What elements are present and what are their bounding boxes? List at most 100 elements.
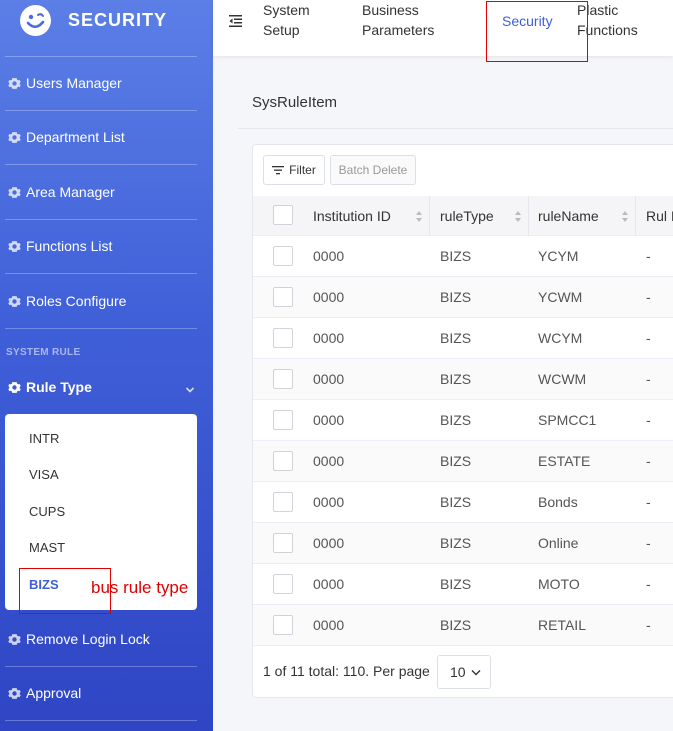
table-row[interactable]: 0000 BIZS SPMCC1 - (253, 400, 673, 441)
cell-rule-name: WCWM (538, 371, 587, 387)
filter-button[interactable]: Filter (263, 155, 325, 185)
cell-rule-type: BIZS (440, 412, 472, 428)
cell-rule-item: - (646, 289, 651, 305)
gear-icon (8, 186, 21, 199)
batch-delete-label: Batch Delete (338, 163, 408, 177)
cell-institution-id: 0000 (313, 535, 345, 551)
cell-institution-id: 0000 (313, 289, 345, 305)
row-checkbox[interactable] (273, 615, 293, 635)
sidebar-item-rule-type[interactable]: Rule Type (0, 360, 213, 414)
cell-rule-item: - (646, 330, 651, 346)
sidebar-item-label: Users Manager (26, 75, 122, 91)
sidebar-item-users-manager[interactable]: Users Manager (0, 56, 213, 110)
cell-institution-id: 0000 (313, 453, 345, 469)
sidebar-item-department-list[interactable]: Department List (0, 110, 213, 164)
row-checkbox[interactable] (273, 410, 293, 430)
tab-label: Functions (577, 22, 638, 38)
gear-icon (8, 77, 21, 90)
cell-rule-type: BIZS (440, 289, 472, 305)
row-checkbox[interactable] (273, 492, 293, 512)
tab-label: Business (362, 2, 419, 18)
per-page-value: 10 (450, 664, 466, 680)
row-checkbox[interactable] (273, 451, 293, 471)
cell-rule-type: BIZS (440, 617, 472, 633)
chevron-down-icon (471, 670, 481, 676)
row-checkbox[interactable] (273, 369, 293, 389)
gear-icon (8, 687, 21, 700)
top-nav: System Setup Business Parameters Securit… (213, 0, 673, 56)
cell-rule-type: BIZS (440, 576, 472, 592)
sidebar-item-remove-login-lock[interactable]: Remove Login Lock (0, 612, 213, 666)
cell-rule-item: - (646, 535, 651, 551)
gear-icon (8, 633, 21, 646)
row-checkbox[interactable] (273, 533, 293, 553)
table-row[interactable]: 0000 BIZS Online - (253, 523, 673, 564)
row-checkbox[interactable] (273, 287, 293, 307)
table-row[interactable]: 0000 BIZS RETAIL - (253, 605, 673, 646)
column-header-rule-item[interactable]: Rul I (646, 196, 673, 236)
submenu-item-bizs[interactable]: BIZS (29, 577, 59, 592)
filter-label: Filter (289, 163, 316, 177)
cell-rule-name: WCYM (538, 330, 583, 346)
sort-icon[interactable] (415, 210, 423, 223)
table-row[interactable]: 0000 BIZS MOTO - (253, 564, 673, 605)
tab-label: Parameters (362, 22, 435, 38)
select-all-checkbox[interactable] (273, 205, 293, 225)
cell-institution-id: 0000 (313, 617, 345, 633)
cell-rule-type: BIZS (440, 453, 472, 469)
tab-security[interactable]: Security (502, 11, 553, 31)
column-header-rule-name[interactable]: ruleName (538, 196, 599, 236)
submenu-item-intr[interactable]: INTR (29, 431, 59, 446)
annotation-label: bus rule type (91, 578, 189, 597)
cell-rule-type: BIZS (440, 248, 472, 264)
cell-rule-name: RETAIL (538, 617, 586, 633)
table-row[interactable]: 0000 BIZS ESTATE - (253, 441, 673, 482)
per-page-select[interactable]: 10 (437, 655, 491, 689)
tab-label: System (263, 2, 310, 18)
table-row[interactable]: 0000 BIZS WCWM - (253, 359, 673, 400)
sidebar-item-roles-configure[interactable]: Roles Configure (0, 274, 213, 328)
cell-institution-id: 0000 (313, 494, 345, 510)
submenu-item-cups[interactable]: CUPS (29, 504, 65, 519)
sidebar-item-functions-list[interactable]: Functions List (0, 219, 213, 273)
sidebar-item-label: Rule Type (26, 379, 92, 395)
column-header-institution-id[interactable]: Institution ID (313, 196, 391, 236)
submenu-item-visa[interactable]: VISA (29, 467, 59, 482)
smiley-logo-icon (20, 5, 51, 36)
batch-delete-button[interactable]: Batch Delete (330, 155, 416, 185)
tab-business-parameters[interactable]: Business Parameters (362, 0, 434, 40)
sidebar-item-approval[interactable]: Approval (0, 666, 213, 720)
submenu-item-mast[interactable]: MAST (29, 540, 65, 555)
app-title: SECURITY (68, 10, 168, 30)
sort-icon[interactable] (621, 210, 629, 223)
table-row[interactable]: 0000 BIZS YCWM - (253, 277, 673, 318)
gear-icon (8, 131, 21, 144)
cell-rule-name: YCYM (538, 248, 579, 264)
cell-rule-item: - (646, 248, 651, 264)
gear-icon (8, 381, 21, 394)
cell-rule-item: - (646, 617, 651, 633)
cell-institution-id: 0000 (313, 248, 345, 264)
sort-icon[interactable] (514, 210, 522, 223)
column-header-rule-type[interactable]: ruleType (440, 196, 494, 236)
cell-rule-type: BIZS (440, 494, 472, 510)
divider (238, 128, 673, 129)
table-row[interactable]: 0000 BIZS WCYM - (253, 318, 673, 359)
cell-rule-name: MOTO (538, 576, 580, 592)
row-checkbox[interactable] (273, 246, 293, 266)
cell-rule-name: Bonds (538, 494, 578, 510)
tab-label: Security (502, 13, 553, 29)
row-checkbox[interactable] (273, 328, 293, 348)
collapse-menu-icon[interactable] (229, 14, 242, 27)
row-checkbox[interactable] (273, 574, 293, 594)
divider (5, 720, 197, 721)
tab-plastic-functions[interactable]: Plastic Functions (577, 0, 638, 40)
cell-rule-item: - (646, 371, 651, 387)
table-row[interactable]: 0000 BIZS Bonds - (253, 482, 673, 523)
cell-rule-type: BIZS (440, 330, 472, 346)
cell-rule-type: BIZS (440, 371, 472, 387)
sidebar-item-area-manager[interactable]: Area Manager (0, 165, 213, 219)
tab-system-setup[interactable]: System Setup (263, 0, 310, 40)
gear-icon (8, 295, 21, 308)
table-row[interactable]: 0000 BIZS YCYM - (253, 236, 673, 277)
